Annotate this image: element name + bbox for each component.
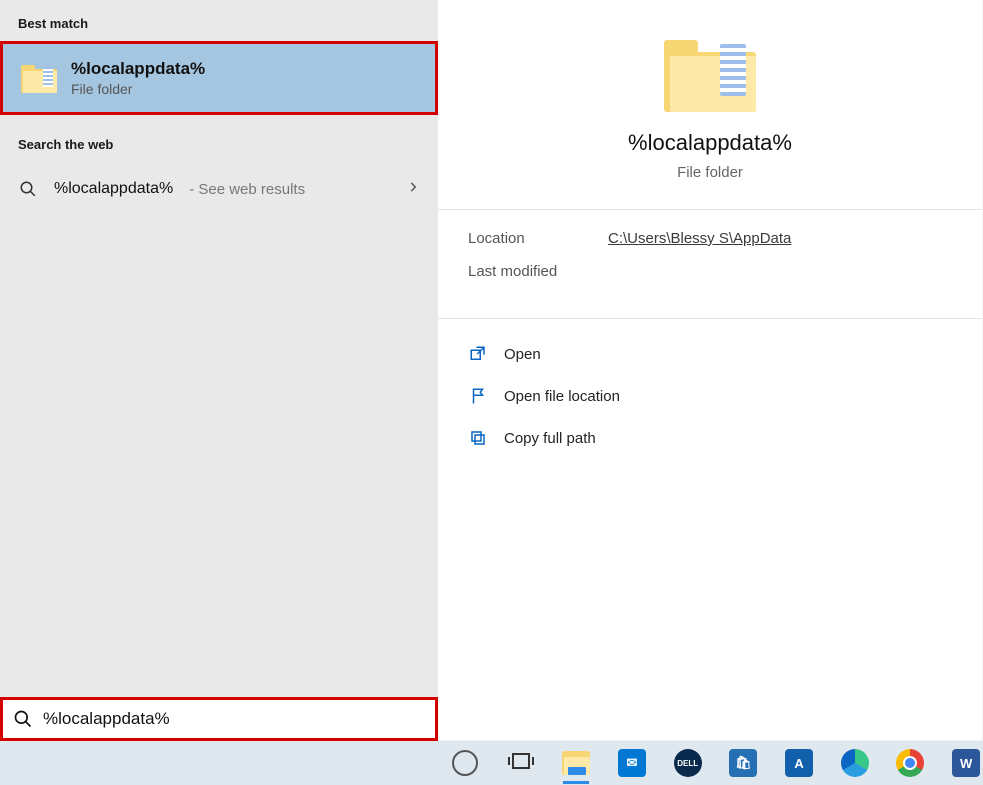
chrome-icon	[896, 749, 924, 777]
taskbar-app-a[interactable]: A	[782, 745, 816, 781]
location-value[interactable]: C:\Users\Blessy S\AppData	[608, 230, 791, 247]
action-copy-path[interactable]: Copy full path	[468, 417, 952, 459]
best-match-header: Best match	[0, 8, 438, 41]
dell-icon: DELL	[674, 749, 702, 777]
taskbar-word[interactable]: W	[949, 745, 983, 781]
taskbar-edge[interactable]	[838, 745, 872, 781]
modified-label: Last modified	[468, 263, 608, 280]
taskbar-task-view[interactable]	[504, 745, 538, 781]
cortana-icon	[452, 750, 478, 776]
mail-icon: ✉	[618, 749, 646, 777]
open-icon	[468, 344, 488, 364]
detail-subtitle: File folder	[677, 164, 743, 181]
search-input[interactable]	[43, 709, 425, 729]
app-a-icon: A	[785, 749, 813, 777]
store-icon: 🛍	[729, 749, 757, 777]
taskbar-chrome[interactable]	[894, 745, 928, 781]
folder-icon	[21, 63, 57, 93]
file-explorer-icon	[562, 751, 590, 775]
search-box[interactable]	[0, 697, 438, 741]
action-open-location[interactable]: Open file location	[468, 375, 952, 417]
taskbar-mail[interactable]: ✉	[615, 745, 649, 781]
task-view-icon	[508, 751, 534, 776]
best-match-subtitle: File folder	[71, 81, 205, 97]
web-result-text: %localappdata%	[54, 180, 173, 198]
detail-pane: %localappdata% File folder Location C:\U…	[438, 0, 982, 740]
taskbar: ✉ DELL 🛍 A W	[0, 741, 983, 785]
action-open[interactable]: Open	[468, 333, 952, 375]
best-match-title: %localappdata%	[71, 59, 205, 79]
open-location-icon	[468, 386, 488, 406]
location-row: Location C:\Users\Blessy S\AppData	[468, 230, 952, 247]
detail-metadata: Location C:\Users\Blessy S\AppData Last …	[438, 210, 982, 319]
taskbar-store[interactable]: 🛍	[727, 745, 761, 781]
taskbar-cortana[interactable]	[448, 745, 482, 781]
web-result-hint: - See web results	[189, 181, 305, 198]
folder-icon	[664, 36, 756, 112]
search-web-header: Search the web	[0, 129, 438, 162]
taskbar-file-explorer[interactable]	[559, 745, 593, 781]
best-match-text: %localappdata% File folder	[71, 59, 205, 97]
search-results-panel: Best match %localappdata% File folder Se…	[0, 0, 982, 740]
chevron-right-icon	[406, 180, 420, 199]
action-copy-path-label: Copy full path	[504, 430, 596, 447]
detail-actions: Open Open file location Copy full path	[438, 319, 982, 473]
taskbar-dell[interactable]: DELL	[671, 745, 705, 781]
web-search-result[interactable]: %localappdata% - See web results	[0, 162, 438, 216]
results-left-pane: Best match %localappdata% File folder Se…	[0, 0, 438, 740]
detail-title: %localappdata%	[628, 130, 792, 156]
edge-icon	[841, 749, 869, 777]
location-label: Location	[468, 230, 608, 247]
copy-icon	[468, 428, 488, 448]
modified-row: Last modified	[468, 263, 952, 280]
action-open-location-label: Open file location	[504, 388, 620, 405]
action-open-label: Open	[504, 346, 541, 363]
search-icon	[13, 709, 33, 729]
detail-hero: %localappdata% File folder	[438, 0, 982, 210]
best-match-result[interactable]: %localappdata% File folder	[0, 41, 438, 115]
search-icon	[18, 179, 38, 199]
word-icon: W	[952, 749, 980, 777]
